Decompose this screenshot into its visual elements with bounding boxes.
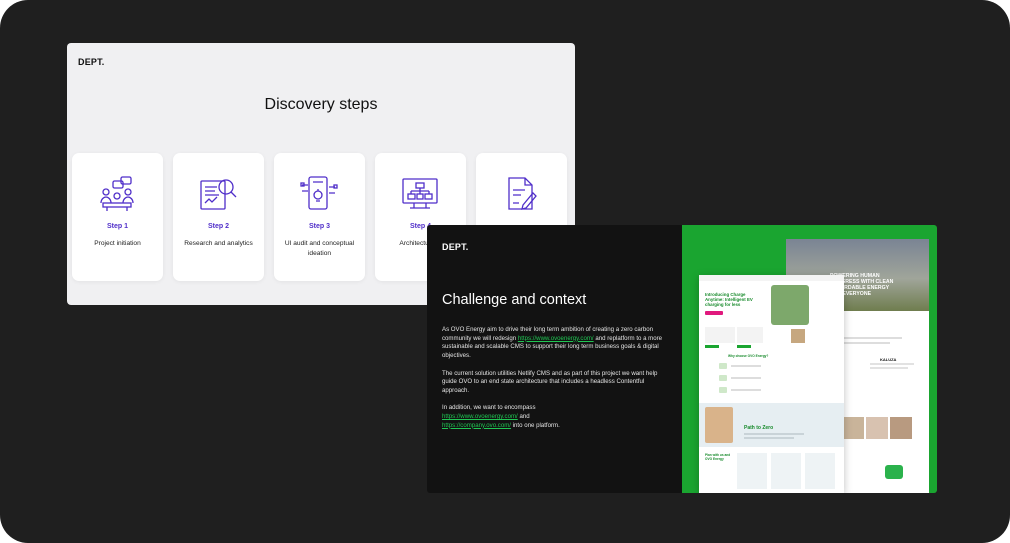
ovoenergy-link-2[interactable]: https://www.ovoenergy.com/ bbox=[442, 413, 518, 420]
research-icon bbox=[200, 179, 237, 210]
step-label: Project initiation bbox=[94, 240, 141, 247]
team-photo bbox=[890, 417, 912, 439]
step-number: Step 1 bbox=[106, 223, 128, 230]
paragraph-3: In addition, we want to encompass https:… bbox=[442, 404, 560, 429]
hero-photo bbox=[771, 285, 809, 325]
cta-button bbox=[705, 311, 723, 315]
website-mockup-panel: POWERING HUMAN PROGRESS WITH CLEAN AFFOR… bbox=[682, 225, 937, 493]
team-photo bbox=[842, 417, 864, 439]
challenge-text-panel: DEPT. Challenge and context As OVO Energ… bbox=[427, 225, 682, 493]
challenge-slide: DEPT. Challenge and context As OVO Energ… bbox=[427, 225, 937, 493]
presentation-stage: DEPT. Discovery steps Step 1 Project ini… bbox=[0, 0, 1010, 543]
step-number: Step 2 bbox=[207, 223, 229, 230]
slide-title: Challenge and context bbox=[442, 292, 587, 308]
green-button bbox=[705, 345, 719, 348]
why-choose-title: Why choose OVO Energy? bbox=[728, 354, 769, 358]
path-to-zero-title: Path to Zero bbox=[744, 425, 774, 431]
site-nav bbox=[699, 275, 844, 281]
challenge-body: As OVO Energy aim to drive their long te… bbox=[442, 326, 670, 439]
step-card-3: Step 3 UI audit and conceptual ideation bbox=[274, 153, 365, 281]
ovoenergy-site-mockup: Introducing Charge Anytime: Intelligent … bbox=[699, 275, 844, 493]
company-ovo-link[interactable]: https://company.ovo.com/ bbox=[442, 422, 511, 429]
ovo-badge bbox=[885, 465, 903, 479]
architecture-icon bbox=[402, 178, 438, 209]
paragraph-1: As OVO Energy aim to drive their long te… bbox=[442, 326, 663, 360]
meeting-icon bbox=[100, 176, 134, 211]
team-photo bbox=[866, 417, 888, 439]
ovoenergy-link[interactable]: https://www.ovoenergy.com/ bbox=[518, 335, 594, 342]
hero-heading: Introducing Charge Anytime: Intelligent … bbox=[705, 292, 753, 308]
plan-title: Plan with us and OVO Energy bbox=[705, 453, 731, 461]
step-number: Step 3 bbox=[308, 223, 330, 230]
dept-logo: DEPT. bbox=[442, 242, 469, 252]
step-label: UI audit and conceptual ideation bbox=[284, 240, 355, 257]
step-card-2: Step 2 Research and analytics bbox=[173, 153, 264, 281]
dept-logo: DEPT. bbox=[78, 57, 105, 67]
person-photo bbox=[705, 407, 733, 443]
ui-audit-icon bbox=[300, 176, 338, 210]
kaluza-logo: KALUZA bbox=[880, 357, 897, 362]
step-card-1: Step 1 Project initiation bbox=[72, 153, 163, 281]
paragraph-2: The current solution utilities Netlify C… bbox=[442, 369, 658, 394]
step-label: Research and analytics bbox=[184, 240, 253, 247]
slide-title: Discovery steps bbox=[264, 96, 378, 113]
green-button bbox=[737, 345, 751, 348]
document-edit-icon bbox=[508, 177, 537, 210]
